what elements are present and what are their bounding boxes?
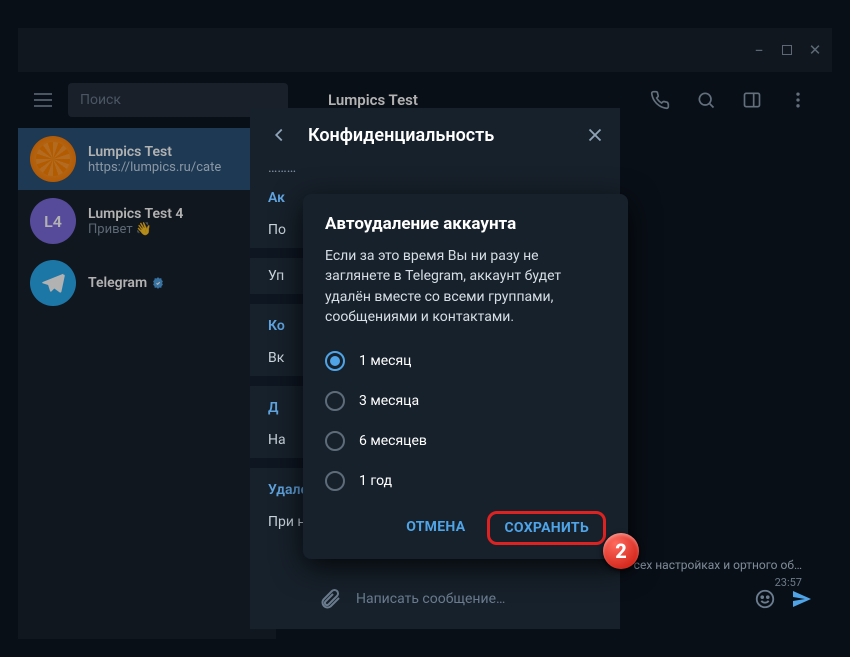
- chat-name: Lumpics Test 4: [88, 206, 183, 222]
- window-maximize-button[interactable]: [782, 45, 792, 55]
- chat-preview: https://lumpics.ru/cate: [88, 160, 221, 175]
- chat-list-item[interactable]: Telegram: [18, 252, 276, 314]
- send-icon[interactable]: [790, 587, 814, 611]
- panel-title: Конфиденциальность: [308, 125, 566, 146]
- panel-text-truncated: ………: [268, 160, 602, 176]
- verified-icon: [151, 276, 165, 290]
- more-icon[interactable]: [788, 90, 808, 110]
- chat-name: Telegram: [88, 275, 165, 291]
- message-input[interactable]: Написать сообщение…: [356, 591, 740, 607]
- radio-option-1-month[interactable]: 1 месяц: [325, 341, 606, 381]
- radio-option-1-year[interactable]: 1 год: [325, 461, 606, 501]
- radio-option-6-months[interactable]: 6 месяцев: [325, 421, 606, 461]
- radio-label: 1 месяц: [359, 353, 411, 369]
- attach-icon[interactable]: [318, 587, 342, 611]
- menu-button[interactable]: [18, 93, 68, 107]
- save-button[interactable]: СОХРАНИТЬ: [487, 511, 606, 545]
- phone-icon[interactable]: [650, 90, 670, 110]
- radio-option-3-months[interactable]: 3 месяца: [325, 381, 606, 421]
- radio-label: 6 месяцев: [359, 433, 427, 449]
- chat-list: Lumpics Test https://lumpics.ru/cate L4 …: [18, 128, 276, 639]
- radio-icon: [325, 471, 345, 491]
- avatar: [30, 136, 76, 182]
- message-composer: Написать сообщение…: [318, 579, 814, 619]
- radio-icon: [325, 351, 345, 371]
- sidebar-toggle-icon[interactable]: [742, 90, 762, 110]
- radio-label: 1 год: [359, 473, 392, 489]
- avatar: [30, 260, 76, 306]
- chat-header-title: Lumpics Test: [288, 91, 650, 109]
- chat-preview: Привет 👋: [88, 222, 183, 237]
- chat-name: Lumpics Test: [88, 144, 221, 160]
- chat-list-item[interactable]: Lumpics Test https://lumpics.ru/cate: [18, 128, 276, 190]
- annotation-badge-2: 2: [603, 533, 639, 569]
- radio-icon: [325, 391, 345, 411]
- dialog-title: Автоудаление аккаунта: [325, 214, 606, 234]
- close-icon[interactable]: [584, 124, 606, 146]
- chat-list-item[interactable]: L4 Lumpics Test 4 Привет 👋: [18, 190, 276, 252]
- search-icon[interactable]: [696, 90, 716, 110]
- telegram-logo-icon: [40, 270, 66, 296]
- dialog-description: Если за это время Вы ни разу не заглянет…: [325, 246, 606, 327]
- avatar: L4: [30, 198, 76, 244]
- window-minimize-button[interactable]: −: [752, 43, 766, 57]
- back-arrow-icon[interactable]: [268, 124, 290, 146]
- radio-label: 3 месяца: [359, 393, 419, 409]
- radio-icon: [325, 431, 345, 451]
- window-close-button[interactable]: ✕: [808, 43, 822, 57]
- emoji-icon[interactable]: [754, 588, 776, 610]
- cancel-button[interactable]: ОТМЕНА: [392, 511, 479, 545]
- autodelete-dialog: Автоудаление аккаунта Если за это время …: [303, 194, 628, 559]
- window-titlebar: − ✕: [18, 28, 832, 72]
